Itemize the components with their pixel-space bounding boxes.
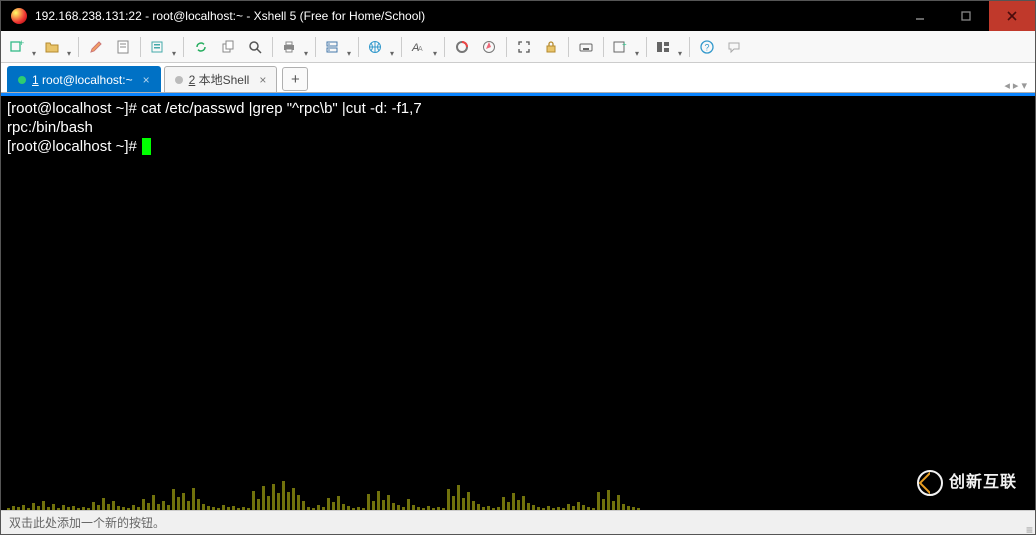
globe-icon[interactable] (363, 34, 397, 60)
svg-text:?: ? (705, 42, 710, 52)
status-hint[interactable]: 双击此处添加一个新的按钮。 (9, 514, 165, 531)
title-bar: 192.168.238.131:22 - root@localhost:~ - … (1, 1, 1035, 31)
watermark-text: 创新互联 (949, 473, 1017, 493)
properties-icon[interactable] (145, 34, 179, 60)
prompt: [root@localhost ~]# (7, 138, 141, 155)
copy-stack-icon[interactable] (215, 34, 241, 60)
help-icon[interactable]: ? (694, 34, 720, 60)
tab-close-button[interactable]: × (259, 73, 266, 87)
window-title: 192.168.238.131:22 - root@localhost:~ - … (35, 9, 897, 23)
tab-scroll-controls[interactable]: ◂ ▸ ▾ (1004, 79, 1035, 92)
svg-text:+: + (19, 39, 24, 48)
font-icon[interactable]: AA (406, 34, 440, 60)
pencil-icon[interactable] (83, 34, 109, 60)
svg-text:A: A (418, 46, 423, 53)
compass-icon[interactable] (476, 34, 502, 60)
maximize-button[interactable] (943, 1, 989, 31)
session-tab-1[interactable]: 2 本地Shell × (164, 66, 278, 92)
prompt: [root@localhost ~]# (7, 100, 141, 117)
feedback-icon[interactable] (721, 34, 747, 60)
find-icon[interactable] (242, 34, 268, 60)
add-pane-icon[interactable]: + (608, 34, 642, 60)
status-dot-icon (175, 76, 183, 84)
layout-icon[interactable] (651, 34, 685, 60)
close-button[interactable] (989, 1, 1035, 31)
lock-icon[interactable] (538, 34, 564, 60)
resize-grip-icon[interactable]: ≡ (1026, 527, 1032, 533)
terminal-pane[interactable]: [root@localhost ~]# cat /etc/passwd |gre… (1, 93, 1035, 510)
minimize-button[interactable] (897, 1, 943, 31)
tab-label: 1 root@localhost:~ (32, 73, 133, 87)
new-session-icon[interactable]: + (5, 34, 39, 60)
output-line: rpc:/bin/bash (7, 119, 1029, 138)
new-tab-button[interactable]: + (282, 67, 308, 91)
watermark: 创新互联 (917, 470, 1017, 496)
keyboard-icon[interactable] (573, 34, 599, 60)
print-icon[interactable] (277, 34, 311, 60)
tab-strip: 1 root@localhost:~ × 2 本地Shell × + ◂ ▸ ▾ (1, 63, 1035, 93)
server-icon[interactable] (320, 34, 354, 60)
script-icon[interactable] (110, 34, 136, 60)
watermark-logo-icon (917, 470, 943, 496)
svg-text:+: + (622, 40, 627, 49)
command-text: cat /etc/passwd |grep "^rpc\b" |cut -d: … (141, 100, 422, 117)
open-icon[interactable] (40, 34, 74, 60)
activity-icon[interactable] (449, 34, 475, 60)
status-bar: 双击此处添加一个新的按钮。 ≡ (1, 510, 1035, 534)
app-icon (11, 8, 27, 24)
status-dot-icon (18, 76, 26, 84)
reconnect-icon[interactable] (188, 34, 214, 60)
toolbar: + AA +? (1, 31, 1035, 63)
cursor (142, 138, 151, 155)
fullscreen-icon[interactable] (511, 34, 537, 60)
session-tab-0[interactable]: 1 root@localhost:~ × (7, 66, 161, 92)
tab-close-button[interactable]: × (143, 73, 150, 87)
tab-label: 2 本地Shell (189, 71, 250, 88)
audio-spectrum (1, 450, 1035, 510)
